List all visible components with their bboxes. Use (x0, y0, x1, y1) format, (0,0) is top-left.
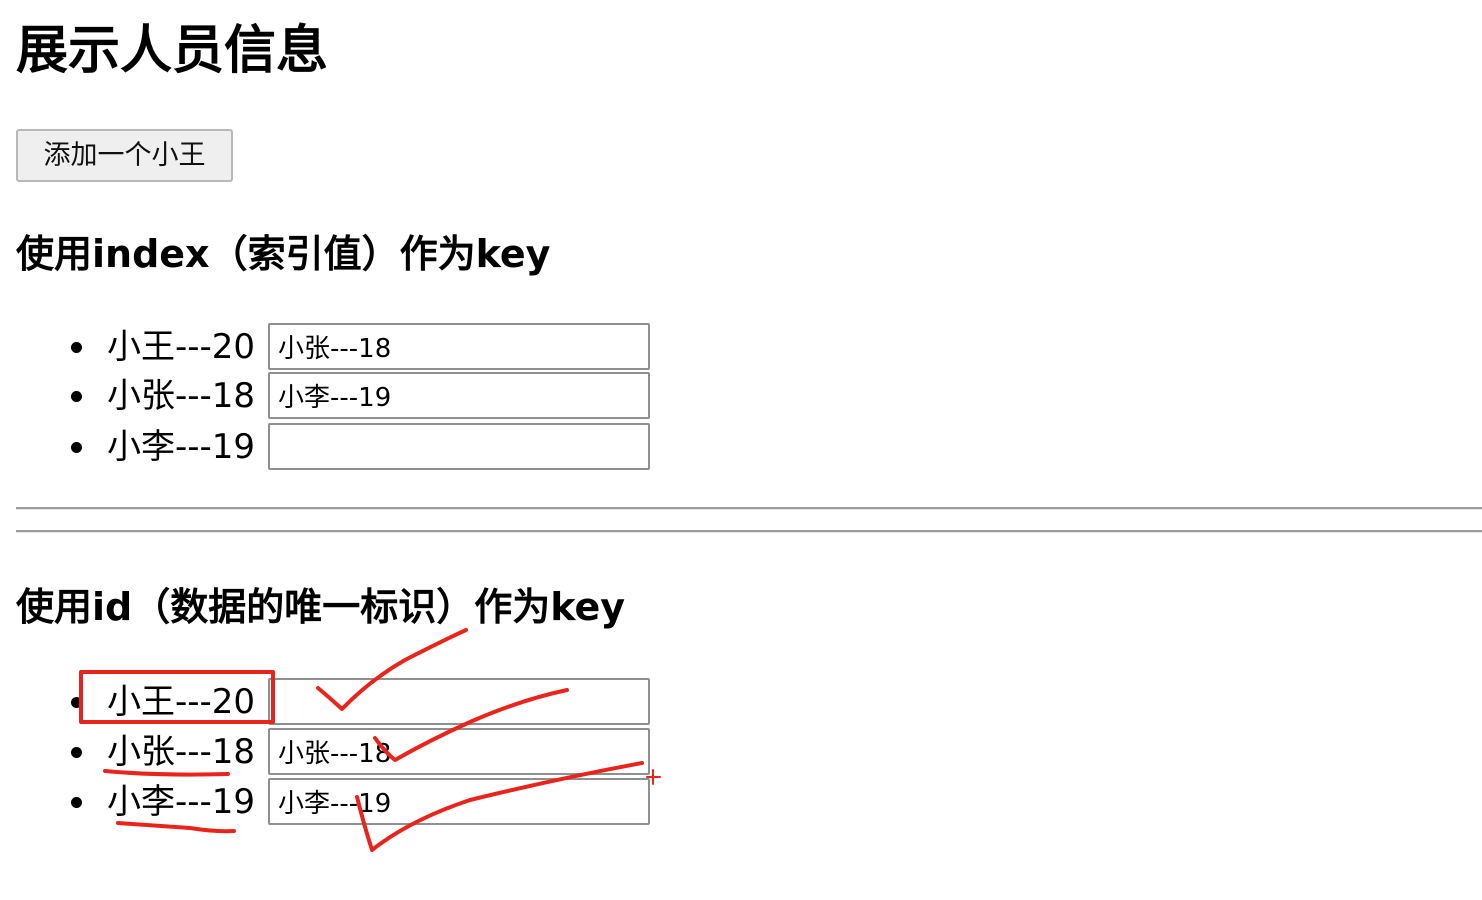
person-label: 小王---20 (107, 682, 256, 722)
person-label: 小王---20 (107, 327, 256, 367)
page-title: 展示人员信息 (16, 21, 329, 81)
bullet-icon (71, 442, 82, 453)
horizontal-divider (16, 507, 1482, 510)
person-input[interactable] (268, 778, 650, 825)
add-xiaowang-button[interactable]: 添加一个小王 (16, 129, 233, 182)
person-input[interactable] (268, 678, 650, 725)
bullet-icon (71, 697, 82, 708)
bullet-icon (71, 391, 82, 402)
person-label: 小张---18 (107, 376, 256, 416)
horizontal-divider (16, 530, 1482, 533)
bullet-icon (71, 342, 82, 353)
person-input[interactable] (268, 728, 650, 775)
bullet-icon (71, 797, 82, 808)
index-key-section-heading: 使用index（索引值）作为key (16, 232, 551, 276)
person-label: 小李---19 (107, 782, 256, 822)
person-label: 小李---19 (107, 427, 256, 467)
person-label: 小张---18 (107, 732, 256, 772)
person-input[interactable] (268, 323, 650, 370)
person-input[interactable] (268, 372, 650, 419)
id-key-section-heading: 使用id（数据的唯一标识）作为key (16, 585, 626, 629)
person-input[interactable] (268, 423, 650, 470)
bullet-icon (71, 747, 82, 758)
